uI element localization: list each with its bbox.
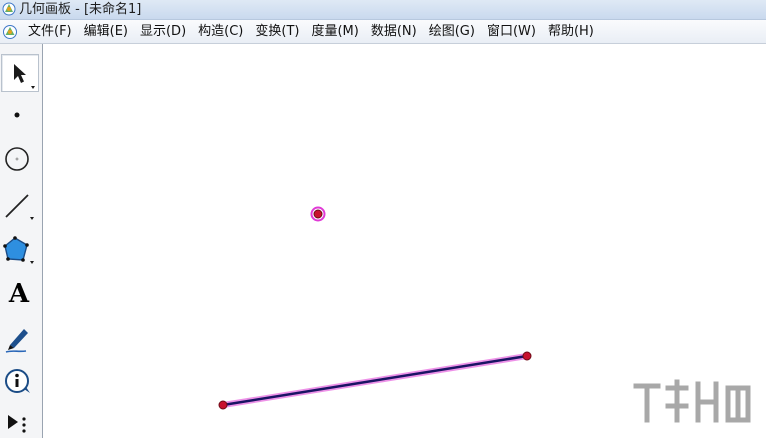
- app-logo-icon: [2, 2, 16, 16]
- marker-tool-button[interactable]: [1, 320, 37, 356]
- title-bar[interactable]: 几何画板 - [未命名1]: [0, 0, 766, 20]
- free-point[interactable]: [313, 209, 323, 219]
- menu-file[interactable]: 文件(F): [22, 22, 78, 42]
- watermark-logo: [633, 379, 751, 423]
- document-icon[interactable]: [2, 24, 18, 40]
- custom-tool-icon: [8, 415, 26, 433]
- straightedge-tool-icon: [5, 194, 34, 220]
- arrow-tool-icon: [14, 64, 35, 89]
- menu-measure[interactable]: 度量(M): [305, 22, 364, 42]
- arrow-tool-button[interactable]: [1, 54, 39, 92]
- menu-help[interactable]: 帮助(H): [542, 22, 600, 42]
- menu-construct[interactable]: 构造(C): [192, 22, 249, 42]
- segment-endpoint-a[interactable]: [218, 400, 228, 410]
- line-segment[interactable]: [221, 354, 529, 407]
- menu-bar: 文件(F) 编辑(E) 显示(D) 构造(C) 变换(T) 度量(M) 数据(N…: [0, 20, 766, 44]
- toolbox: A: [0, 44, 43, 438]
- menu-window[interactable]: 窗口(W): [481, 22, 542, 42]
- compass-tool-icon: [5, 147, 29, 171]
- marker-tool-icon: [5, 329, 28, 353]
- information-tool-icon: [5, 369, 30, 393]
- straightedge-tool-button[interactable]: [1, 188, 37, 224]
- custom-tool-button[interactable]: [1, 404, 37, 438]
- text-tool-icon: A: [8, 279, 30, 309]
- menu-edit[interactable]: 编辑(E): [78, 22, 134, 42]
- menu-transform[interactable]: 变换(T): [249, 22, 305, 42]
- menu-graph[interactable]: 绘图(G): [423, 22, 481, 42]
- menu-data[interactable]: 数据(N): [365, 22, 423, 42]
- polygon-tool-button[interactable]: [1, 232, 37, 268]
- segment-endpoint-b[interactable]: [522, 351, 532, 361]
- point-tool-icon: [14, 112, 20, 118]
- app-window: 几何画板 - [未命名1] 文件(F) 编辑(E) 显示(D) 构造(C) 变换…: [0, 0, 766, 438]
- menu-display[interactable]: 显示(D): [134, 22, 192, 42]
- point-tool-button[interactable]: [1, 97, 37, 133]
- compass-tool-button[interactable]: [1, 141, 37, 177]
- window-title: 几何画板 - [未命名1]: [19, 2, 142, 17]
- polygon-tool-icon: [3, 236, 34, 264]
- information-tool-button[interactable]: [1, 364, 37, 400]
- text-tool-button[interactable]: A: [1, 276, 37, 312]
